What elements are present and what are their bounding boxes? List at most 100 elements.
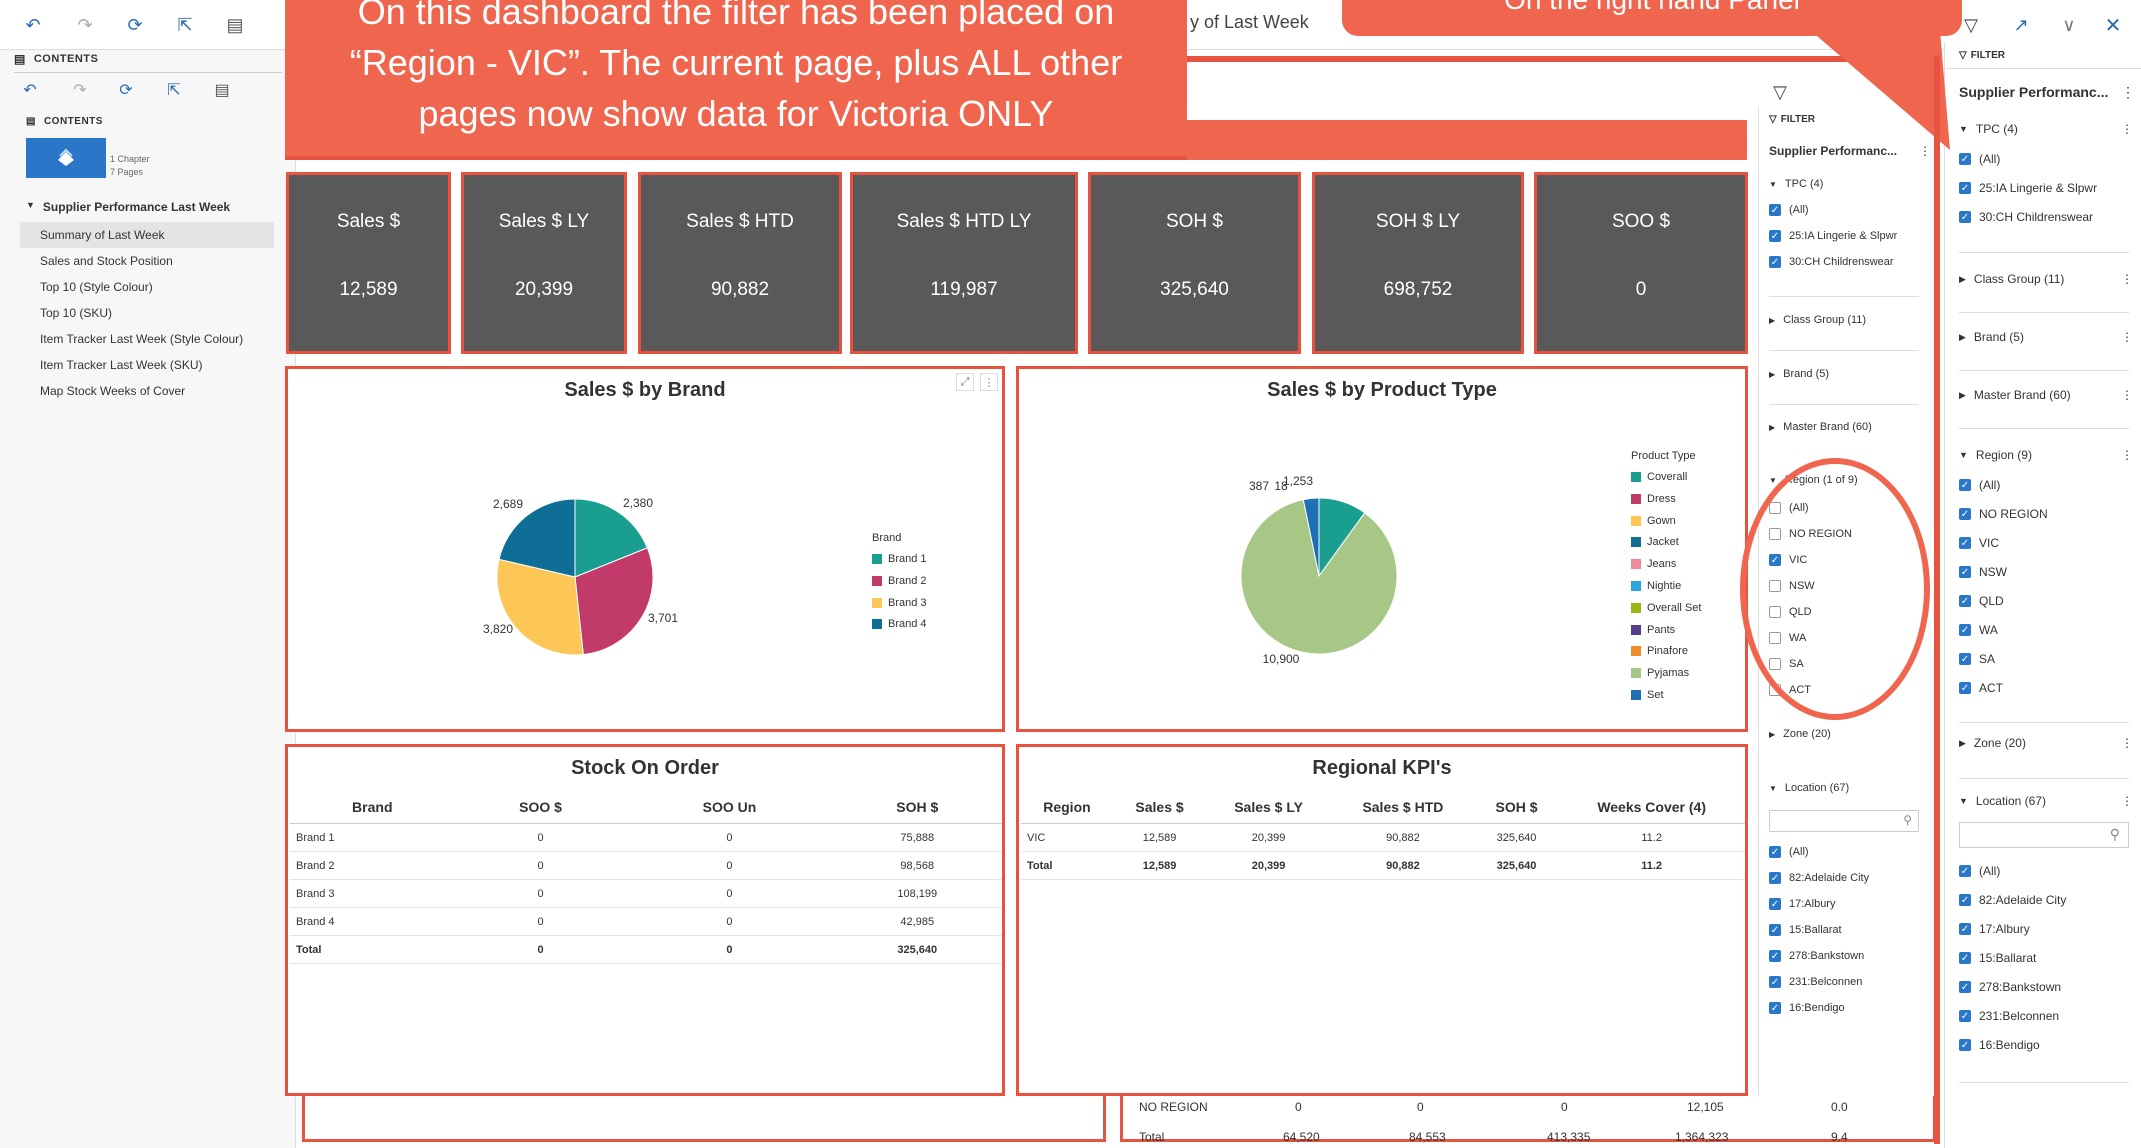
filter-group-master-brand[interactable]: ▶ Master Brand (60): [1959, 388, 2071, 402]
legend-swatch: [1631, 646, 1641, 657]
filter-group-master-brand[interactable]: ▶ Master Brand (60): [1769, 421, 1872, 433]
legend-item[interactable]: Jeans: [1631, 558, 1676, 570]
redo-icon[interactable]: ↷: [68, 78, 92, 102]
filter-option[interactable]: ✓ WA: [1959, 623, 1998, 637]
filter-option[interactable]: ✓ 15:Ballarat: [1959, 951, 2036, 965]
page-item[interactable]: Item Tracker Last Week (SKU): [40, 358, 203, 372]
legend-item[interactable]: Brand 4: [872, 618, 927, 630]
filter-group-zone[interactable]: ▶ Zone (20): [1959, 736, 2026, 750]
page-item[interactable]: Summary of Last Week: [40, 228, 165, 242]
filter-option[interactable]: ✓ NO REGION: [1959, 507, 2048, 521]
filter-option[interactable]: ✓ (All): [1769, 204, 1809, 216]
filter-group-zone[interactable]: ▶ Zone (20): [1769, 728, 1831, 740]
undo-icon[interactable]: ↶: [18, 78, 42, 102]
legend-swatch: [872, 597, 882, 608]
legend-title: Brand: [872, 532, 902, 544]
filter-option[interactable]: ✓ (All): [1959, 478, 2000, 492]
table-row: VIC 12,589 20,399 90,882 325,640 11.2: [1021, 823, 1745, 852]
filter-group-brand[interactable]: ▶ Brand (5): [1769, 368, 1829, 380]
filter-option[interactable]: ✓ (All): [1959, 152, 2000, 166]
legend-item[interactable]: Brand 2: [872, 575, 927, 587]
page-item[interactable]: Map Stock Weeks of Cover: [40, 384, 185, 398]
filter-option[interactable]: ✓ (All): [1959, 864, 2000, 878]
filter-option[interactable]: ✓ 17:Albury: [1769, 898, 1835, 910]
filter-option[interactable]: ✓ 25:IA Lingerie & Slpwr: [1959, 181, 2097, 195]
legend-item[interactable]: Coverall: [1631, 471, 1687, 483]
more-options-icon[interactable]: ⋮: [2121, 448, 2133, 462]
filter-group-class[interactable]: ▶ Class Group (11): [1959, 272, 2064, 286]
legend-item[interactable]: Brand 1: [872, 553, 927, 565]
legend-item[interactable]: Gown: [1631, 515, 1676, 527]
legend-item[interactable]: Nightie: [1631, 580, 1681, 592]
export-icon[interactable]: ⇱: [172, 12, 198, 38]
more-options-icon[interactable]: ⋮: [2121, 736, 2133, 750]
filter-option[interactable]: ✓ 17:Albury: [1959, 922, 2030, 936]
filter-option[interactable]: ✓ 82:Adelaide City: [1959, 893, 2066, 907]
legend-swatch: [1631, 493, 1641, 504]
filter-group-tpc[interactable]: ▼ TPC (4): [1959, 122, 2018, 136]
filter-option[interactable]: ✓ VIC: [1959, 536, 1999, 550]
legend-item[interactable]: Set: [1631, 689, 1664, 701]
more-options-icon[interactable]: ⋮: [2121, 388, 2133, 402]
legend-item[interactable]: Brand 3: [872, 597, 927, 609]
contents-toggle-icon[interactable]: ▤: [210, 78, 234, 102]
background-panel: [302, 1096, 1106, 1142]
book-thumbnail-icon[interactable]: [26, 138, 106, 178]
filter-option[interactable]: ✓ SA: [1959, 652, 1995, 666]
page-item[interactable]: Top 10 (SKU): [40, 306, 112, 320]
regional-kpi-panel: Regional KPI's Region Sales $ Sales $ LY Sa…: [1016, 744, 1748, 1096]
legend-item[interactable]: Pinafore: [1631, 645, 1688, 657]
more-options-icon[interactable]: ⋮: [2121, 330, 2133, 344]
filter-option[interactable]: ✓ 30:CH Childrenswear: [1769, 256, 1894, 268]
filter-option[interactable]: ✓ 231:Belconnen: [1959, 1009, 2059, 1023]
brand-pie-chart: 2,380 3,701 3,820 2,689: [483, 496, 678, 656]
chapter-item[interactable]: ▼ Supplier Performance Last Week: [26, 200, 230, 214]
filter-group-region[interactable]: ▼ Region (9): [1959, 448, 2032, 462]
filter-option[interactable]: ✓ QLD: [1959, 594, 2004, 608]
filter-group-location[interactable]: ▼ Location (67): [1959, 794, 2046, 808]
refresh-icon[interactable]: ⟳: [114, 78, 138, 102]
filter-option[interactable]: ✓ 278:Bankstown: [1959, 980, 2061, 994]
filter-option[interactable]: ✓ 30:CH Childrenswear: [1959, 210, 2093, 224]
contents-panel: ▤ CONTENTS ↶ ↷ ⟳ ⇱ ▤ ▤ CONTENTS 1 Chapte…: [0, 50, 296, 1148]
filter-group-brand[interactable]: ▶ Brand (5): [1959, 330, 2024, 344]
filter-option[interactable]: ✓ 16:Bendigo: [1959, 1038, 2040, 1052]
collapse-icon[interactable]: ∨: [2056, 12, 2082, 38]
redo-icon[interactable]: ↷: [72, 12, 98, 38]
filter-option[interactable]: ✓ NSW: [1959, 565, 2007, 579]
page-item[interactable]: Item Tracker Last Week (Style Colour): [40, 332, 243, 346]
export-icon[interactable]: ⇱: [162, 78, 186, 102]
filter-option[interactable]: ✓ 25:IA Lingerie & Slpwr: [1769, 230, 1897, 242]
legend-item[interactable]: Overall Set: [1631, 602, 1701, 614]
filter-group-location[interactable]: ▼ Location (67): [1769, 782, 1849, 794]
product-type-pie-panel: Sales $ by Product Type 1,253 387 18 10,900…: [1016, 366, 1748, 732]
more-options-icon[interactable]: ⋮: [2121, 84, 2135, 101]
more-options-icon[interactable]: ⋮: [2121, 794, 2133, 808]
filter-group-class[interactable]: ▶ Class Group (11): [1769, 314, 1866, 326]
filter-option[interactable]: ✓ 231:Belconnen: [1769, 976, 1862, 988]
highlight-ellipse: [1740, 458, 1930, 720]
filter-option[interactable]: ✓ 15:Ballarat: [1769, 924, 1842, 936]
legend-item[interactable]: Dress: [1631, 493, 1676, 505]
filter-option[interactable]: ✓ ACT: [1959, 681, 2003, 695]
filter-option[interactable]: ✓ 278:Bankstown: [1769, 950, 1864, 962]
page-item[interactable]: Sales and Stock Position: [40, 254, 173, 268]
page-item[interactable]: Top 10 (Style Colour): [40, 280, 153, 294]
refresh-icon[interactable]: ⟳: [122, 12, 148, 38]
location-search-input[interactable]: ⚲: [1959, 822, 2129, 848]
more-options-icon[interactable]: ⋮: [2121, 272, 2133, 286]
contents-toggle-icon[interactable]: ▤: [222, 12, 248, 38]
close-icon[interactable]: ✕: [2100, 12, 2126, 38]
undo-icon[interactable]: ↶: [20, 12, 46, 38]
legend-item[interactable]: Pyjamas: [1631, 667, 1689, 679]
filter-option[interactable]: ✓ 82:Adelaide City: [1769, 872, 1869, 884]
share-icon[interactable]: ↗: [2008, 12, 2034, 38]
filter-option[interactable]: ✓ (All): [1769, 846, 1809, 858]
legend-item[interactable]: Pants: [1631, 624, 1675, 636]
legend-item[interactable]: Jacket: [1631, 536, 1679, 548]
location-search-input[interactable]: ⚲: [1769, 810, 1919, 832]
filter-option[interactable]: ✓ 16:Bendigo: [1769, 1002, 1845, 1014]
table-title: Stock On Order: [571, 757, 719, 779]
more-options-icon[interactable]: ⋮: [2121, 122, 2133, 136]
filter-group-tpc[interactable]: ▼ TPC (4): [1769, 178, 1823, 190]
